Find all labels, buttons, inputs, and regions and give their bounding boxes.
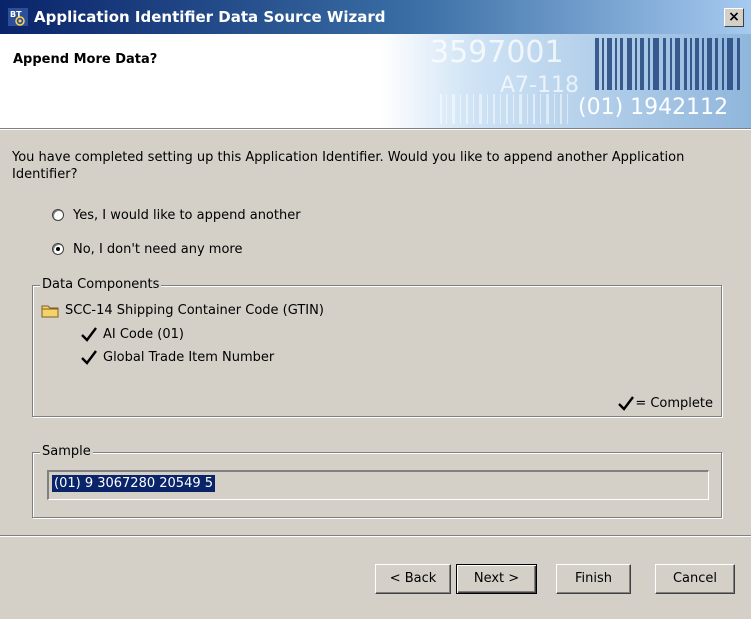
header-divider bbox=[0, 128, 751, 130]
app-icon: BT bbox=[8, 8, 28, 26]
tree-item-child[interactable]: Global Trade Item Number bbox=[81, 349, 274, 365]
back-button[interactable]: < Back bbox=[375, 564, 451, 594]
radio-button[interactable] bbox=[52, 243, 64, 255]
radio-append-yes[interactable]: Yes, I would like to append another bbox=[52, 206, 301, 224]
tree-label: SCC-14 Shipping Container Code (GTIN) bbox=[65, 303, 324, 318]
cancel-button[interactable]: Cancel bbox=[655, 564, 735, 594]
data-components-group: Data Components SCC-14 Shipping Containe… bbox=[32, 277, 722, 417]
sample-field[interactable]: (01) 9 3067280 20549 5 bbox=[47, 470, 709, 500]
checkmark-icon bbox=[618, 396, 635, 411]
radio-button[interactable] bbox=[52, 209, 64, 221]
page-title: Append More Data? bbox=[13, 52, 158, 67]
window-title: Application Identifier Data Source Wizar… bbox=[34, 8, 386, 26]
sample-group: Sample (01) 9 3067280 20549 5 bbox=[32, 444, 722, 518]
title-bar[interactable]: BT Application Identifier Data Source Wi… bbox=[0, 0, 751, 34]
folder-icon bbox=[41, 305, 59, 317]
wizard-header: Append More Data? 3597001 A7-118 (01) 19… bbox=[0, 34, 751, 128]
wizard-window: BT Application Identifier Data Source Wi… bbox=[0, 0, 751, 619]
checkmark-icon bbox=[81, 350, 97, 365]
svg-text:(01) 1942112: (01) 1942112 bbox=[578, 95, 728, 120]
sample-value: (01) 9 3067280 20549 5 bbox=[52, 475, 216, 492]
radio-append-no[interactable]: No, I don't need any more bbox=[52, 240, 242, 258]
legend-complete: = Complete bbox=[618, 395, 713, 411]
barcode-banner-image: 3597001 A7-118 (01) 1942112 bbox=[380, 34, 751, 128]
checkmark-icon bbox=[81, 327, 97, 342]
tree-item-root[interactable]: SCC-14 Shipping Container Code (GTIN) bbox=[41, 303, 324, 318]
tree-label: Global Trade Item Number bbox=[103, 349, 275, 365]
radio-label: Yes, I would like to append another bbox=[73, 207, 301, 223]
next-button[interactable]: Next > bbox=[456, 564, 537, 594]
group-legend: Data Components bbox=[40, 277, 162, 292]
close-button[interactable]: × bbox=[724, 8, 744, 27]
instructions-text: You have completed setting up this Appli… bbox=[12, 150, 685, 182]
svg-text:3597001: 3597001 bbox=[430, 35, 564, 70]
group-legend: Sample bbox=[40, 444, 93, 459]
footer-divider bbox=[0, 535, 751, 537]
tree-label: AI Code (01) bbox=[103, 326, 184, 342]
radio-label: No, I don't need any more bbox=[73, 241, 243, 257]
complete-text: = Complete bbox=[635, 395, 713, 411]
finish-button[interactable]: Finish bbox=[556, 564, 631, 594]
tree-item-child[interactable]: AI Code (01) bbox=[81, 326, 184, 342]
